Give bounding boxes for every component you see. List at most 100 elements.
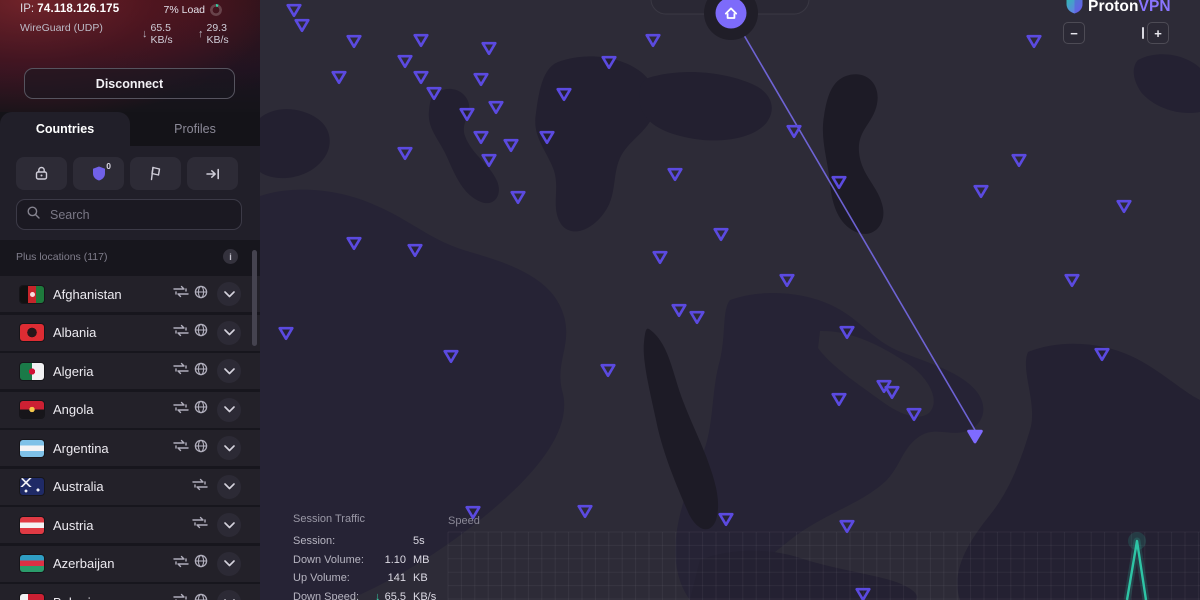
tab-countries[interactable]: Countries — [0, 112, 130, 146]
server-load: 7% Load — [164, 4, 205, 16]
server-marker[interactable] — [669, 169, 682, 180]
smart-routing-globe-icon — [194, 439, 208, 458]
country-row[interactable]: Australia — [0, 469, 260, 505]
country-flag — [20, 286, 44, 303]
country-row[interactable]: Afghanistan — [0, 276, 260, 312]
server-marker[interactable] — [781, 275, 794, 286]
p2p-swap-icon — [173, 285, 189, 303]
expand-country-button[interactable] — [217, 282, 241, 306]
protocol-label: WireGuard (UDP) — [20, 22, 103, 37]
server-marker[interactable] — [288, 5, 301, 16]
country-row[interactable]: Azerbaijan — [0, 546, 260, 582]
country-row[interactable]: Angola — [0, 392, 260, 428]
server-marker[interactable] — [399, 56, 412, 67]
expand-country-button[interactable] — [217, 475, 241, 499]
country-flag — [20, 401, 44, 418]
server-marker[interactable] — [673, 305, 686, 316]
filters-panel: 0 — [0, 146, 260, 240]
server-marker[interactable] — [348, 36, 361, 47]
disconnect-button[interactable]: Disconnect — [24, 68, 235, 99]
world-map-svg — [260, 0, 1200, 600]
arrow-to-bar-icon — [205, 167, 221, 181]
search-input[interactable] — [48, 207, 222, 223]
server-marker[interactable] — [483, 43, 496, 54]
server-marker[interactable] — [975, 186, 988, 197]
country-row[interactable]: Albania — [0, 315, 260, 351]
port-forwarding-button[interactable] — [187, 157, 238, 190]
country-flag — [20, 555, 44, 572]
server-marker[interactable] — [505, 140, 518, 151]
info-icon[interactable]: i — [223, 249, 238, 264]
expand-country-button[interactable] — [217, 590, 241, 600]
zoom-in-button[interactable]: + — [1147, 22, 1169, 44]
expand-country-button[interactable] — [217, 436, 241, 460]
landmass — [639, 72, 772, 140]
expand-country-button[interactable] — [217, 552, 241, 576]
server-marker[interactable] — [475, 132, 488, 143]
server-marker[interactable] — [788, 126, 801, 137]
zoom-out-button[interactable]: − — [1063, 22, 1085, 44]
session-stat-row: Session:5s — [293, 535, 458, 554]
upload-arrow-icon: ↑ — [198, 28, 204, 40]
landmass — [535, 56, 656, 231]
expand-country-button[interactable] — [217, 359, 241, 383]
server-marker[interactable] — [691, 312, 704, 323]
plus-locations-row: Plus locations (117) i — [0, 246, 260, 270]
country-flag — [20, 440, 44, 457]
server-marker[interactable] — [490, 102, 503, 113]
session-stat-unit: KB/s — [413, 591, 436, 600]
country-name: Bahrain — [53, 595, 98, 600]
secure-core-button[interactable] — [16, 157, 67, 190]
kill-switch-flag-icon — [149, 166, 163, 181]
server-marker[interactable] — [1028, 36, 1041, 47]
map-zoom-controls: − + — [1063, 22, 1169, 44]
zoom-slider-handle[interactable] — [1142, 27, 1144, 39]
zoom-slider-track[interactable] — [1085, 23, 1147, 43]
smart-routing-globe-icon — [194, 554, 208, 573]
home-location-pin[interactable] — [704, 0, 758, 40]
server-marker[interactable] — [602, 365, 615, 376]
expand-country-button[interactable] — [217, 321, 241, 345]
server-marker[interactable] — [415, 35, 428, 46]
lock-icon — [34, 166, 49, 181]
server-marker[interactable] — [1066, 275, 1079, 286]
session-stat-value: 65.5 — [385, 591, 406, 600]
connected-server-marker[interactable] — [969, 431, 982, 442]
expand-country-button[interactable] — [217, 513, 241, 537]
server-marker[interactable] — [512, 192, 525, 203]
country-row[interactable]: Austria — [0, 507, 260, 543]
country-name: Angola — [53, 402, 93, 417]
country-name: Argentina — [53, 441, 109, 456]
server-marker[interactable] — [647, 35, 660, 46]
server-marker[interactable] — [333, 72, 346, 83]
session-stat-label: Up Volume: — [293, 572, 350, 584]
server-marker[interactable] — [715, 229, 728, 240]
protonvpn-shield-icon — [1066, 0, 1083, 19]
expand-country-button[interactable] — [217, 398, 241, 422]
server-marker[interactable] — [415, 72, 428, 83]
kill-switch-button[interactable] — [130, 157, 181, 190]
map-area[interactable]: Session Traffic Session:5sDown Volume:1.… — [260, 0, 1200, 600]
country-name: Austria — [53, 518, 93, 533]
server-marker[interactable] — [475, 74, 488, 85]
server-marker[interactable] — [1013, 155, 1026, 166]
server-marker[interactable] — [1118, 201, 1131, 212]
server-marker[interactable] — [399, 148, 412, 159]
smart-routing-globe-icon — [194, 285, 208, 304]
server-marker[interactable] — [296, 20, 309, 31]
country-row[interactable]: Bahrain — [0, 584, 260, 600]
netshield-button[interactable]: 0 — [73, 157, 124, 190]
country-row[interactable]: Argentina — [0, 430, 260, 466]
country-row[interactable]: Algeria — [0, 353, 260, 389]
sidebar-scrollbar-thumb[interactable] — [252, 250, 257, 346]
country-list: AfghanistanAlbaniaAlgeria Angola Argentina… — [0, 276, 260, 600]
protonvpn-window: IP: 74.118.126.175 7% Load WireGuard (UD… — [0, 0, 1200, 600]
smart-routing-globe-icon — [194, 362, 208, 381]
p2p-swap-icon — [173, 324, 189, 342]
tab-profiles[interactable]: Profiles — [130, 112, 260, 146]
server-marker[interactable] — [579, 506, 592, 517]
connection-header: IP: 74.118.126.175 7% Load WireGuard (UD… — [0, 0, 260, 112]
server-marker[interactable] — [654, 252, 667, 263]
landmass — [260, 109, 330, 178]
server-marker[interactable] — [841, 521, 854, 532]
